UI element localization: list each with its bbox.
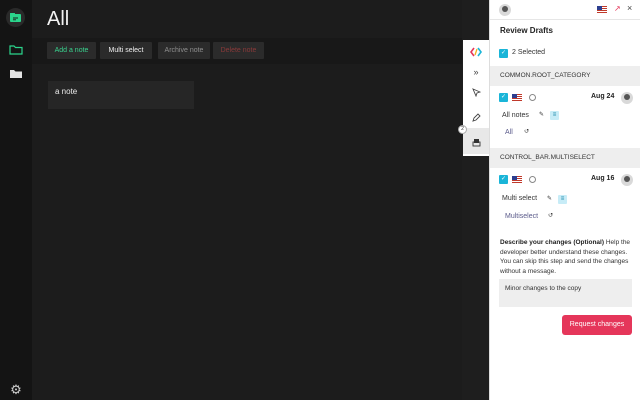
- describe-changes-help: Describe your changes (Optional) Help th…: [500, 238, 634, 276]
- add-note-button[interactable]: Add a note: [47, 42, 96, 59]
- pencil-icon[interactable]: ✎: [545, 195, 554, 204]
- avatar: [621, 92, 633, 104]
- radio-button[interactable]: [529, 176, 536, 183]
- draft-date: Aug 16: [591, 175, 615, 182]
- undo-icon[interactable]: ↺: [522, 128, 531, 137]
- panel-title: Review Drafts: [500, 26, 553, 35]
- stack-icon[interactable]: ≡: [558, 195, 567, 204]
- main-area: All Add a note Multi select Archive note…: [32, 0, 462, 400]
- message-textarea[interactable]: Minor changes to the copy: [499, 279, 632, 307]
- draft-translation: All: [505, 129, 513, 136]
- panel-header: ↗ ×: [490, 0, 640, 20]
- draft-date: Aug 24: [591, 93, 615, 100]
- code-brackets-icon[interactable]: [470, 46, 482, 58]
- review-drafts-panel: ↗ × Review Drafts ✓ 2 Selected COMMON.RO…: [489, 0, 640, 400]
- draft-label: All notes: [502, 112, 529, 119]
- pencil-icon[interactable]: [470, 111, 482, 123]
- external-link-icon[interactable]: ↗: [614, 4, 621, 13]
- draft-translation: Multiselect: [505, 213, 539, 220]
- close-icon[interactable]: ×: [627, 3, 632, 13]
- us-flag-icon: [512, 94, 522, 101]
- note-card[interactable]: a note: [48, 81, 194, 109]
- describe-changes-heading: Describe your changes (Optional): [500, 239, 605, 246]
- category-header: COMMON.ROOT_CATEGORY: [490, 66, 640, 86]
- category-header: CONTROL_BAR.MULTISELECT: [490, 148, 640, 168]
- avatar: [621, 174, 633, 186]
- folder-icon[interactable]: [9, 66, 23, 78]
- radio-button[interactable]: [529, 94, 536, 101]
- pencil-icon[interactable]: ✎: [537, 111, 546, 120]
- us-flag-icon[interactable]: [597, 6, 607, 13]
- folder-outline-icon[interactable]: [9, 42, 23, 55]
- chevron-double-right-icon[interactable]: »: [470, 66, 482, 78]
- cursor-icon[interactable]: [470, 86, 482, 98]
- left-rail: ⚙: [0, 0, 32, 400]
- delete-note-button[interactable]: Delete note: [213, 42, 264, 59]
- draft-label: Multi select: [502, 195, 538, 202]
- app-logo-icon[interactable]: [6, 8, 25, 27]
- undo-icon[interactable]: ↺: [546, 212, 555, 221]
- us-flag-icon: [512, 176, 522, 183]
- request-changes-button[interactable]: Request changes: [562, 315, 632, 335]
- translation-toolbar: » 2: [458, 40, 489, 156]
- avatar: [499, 4, 511, 16]
- drafts-count-badge: 2: [458, 125, 467, 134]
- stack-icon[interactable]: [470, 136, 482, 148]
- select-all-checkbox[interactable]: ✓: [499, 49, 508, 58]
- draft-checkbox[interactable]: ✓: [499, 175, 508, 184]
- selected-count: 2 Selected: [512, 49, 546, 56]
- multi-select-button[interactable]: Multi select: [100, 42, 152, 59]
- gear-icon[interactable]: ⚙: [9, 383, 23, 397]
- stack-icon[interactable]: ≡: [550, 111, 559, 120]
- page-title: All: [47, 8, 70, 30]
- draft-checkbox[interactable]: ✓: [499, 93, 508, 102]
- notes-toolbar: Add a note Multi select Archive note Del…: [32, 38, 462, 64]
- archive-note-button[interactable]: Archive note: [158, 42, 210, 59]
